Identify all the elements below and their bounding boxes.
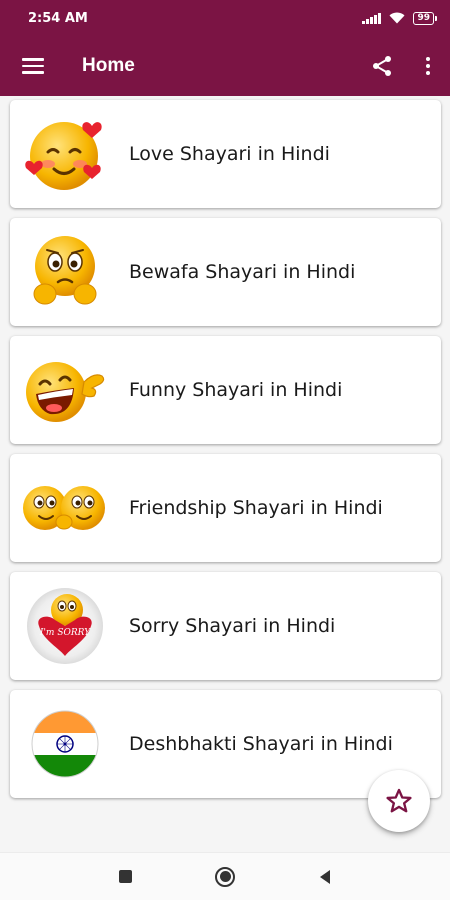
- hamburger-menu-icon[interactable]: [0, 36, 64, 96]
- category-card-friendship[interactable]: Friendship Shayari in Hindi: [10, 454, 441, 562]
- status-icons: 99: [362, 11, 437, 25]
- triangle-back-icon[interactable]: [305, 857, 345, 897]
- friendship-emoji-icon: [10, 454, 120, 562]
- sorry-emoji-icon: I'm SORRY: [10, 572, 120, 680]
- category-label: Love Shayari in Hindi: [129, 143, 330, 165]
- status-time: 2:54 AM: [28, 10, 88, 26]
- sad-emoji-icon: [10, 218, 120, 326]
- category-label: Bewafa Shayari in Hindi: [129, 261, 356, 283]
- category-list: Love Shayari in Hindi Bewafa Shayari in …: [0, 96, 450, 852]
- circle-home-icon[interactable]: [205, 857, 245, 897]
- category-label: Friendship Shayari in Hindi: [129, 497, 383, 519]
- india-flag-icon: [10, 690, 120, 798]
- status-bar: 2:54 AM 99: [0, 0, 450, 36]
- category-label: Sorry Shayari in Hindi: [129, 615, 336, 637]
- category-card-bewafa[interactable]: Bewafa Shayari in Hindi: [10, 218, 441, 326]
- more-vert-icon[interactable]: [406, 36, 450, 96]
- square-recents-icon[interactable]: [105, 857, 145, 897]
- system-nav-bar: [0, 852, 450, 900]
- share-icon[interactable]: [358, 36, 406, 96]
- battery-icon: 99: [413, 11, 437, 25]
- category-card-sorry[interactable]: I'm SORRY Sorry Shayari in Hindi: [10, 572, 441, 680]
- love-emoji-icon: [10, 100, 120, 208]
- sorry-heart-text: I'm SORRY: [39, 628, 91, 638]
- signal-icon: [362, 12, 382, 24]
- category-card-funny[interactable]: Funny Shayari in Hindi: [10, 336, 441, 444]
- wifi-icon: [389, 12, 405, 24]
- laughing-emoji-icon: [10, 336, 120, 444]
- page-title: Home: [82, 55, 135, 76]
- category-label: Deshbhakti Shayari in Hindi: [129, 733, 393, 755]
- app-bar: Home: [0, 36, 450, 96]
- category-label: Funny Shayari in Hindi: [129, 379, 343, 401]
- star-icon: [386, 788, 412, 813]
- favorite-fab-button[interactable]: [368, 770, 430, 832]
- battery-level: 99: [417, 13, 430, 23]
- category-card-love[interactable]: Love Shayari in Hindi: [10, 100, 441, 208]
